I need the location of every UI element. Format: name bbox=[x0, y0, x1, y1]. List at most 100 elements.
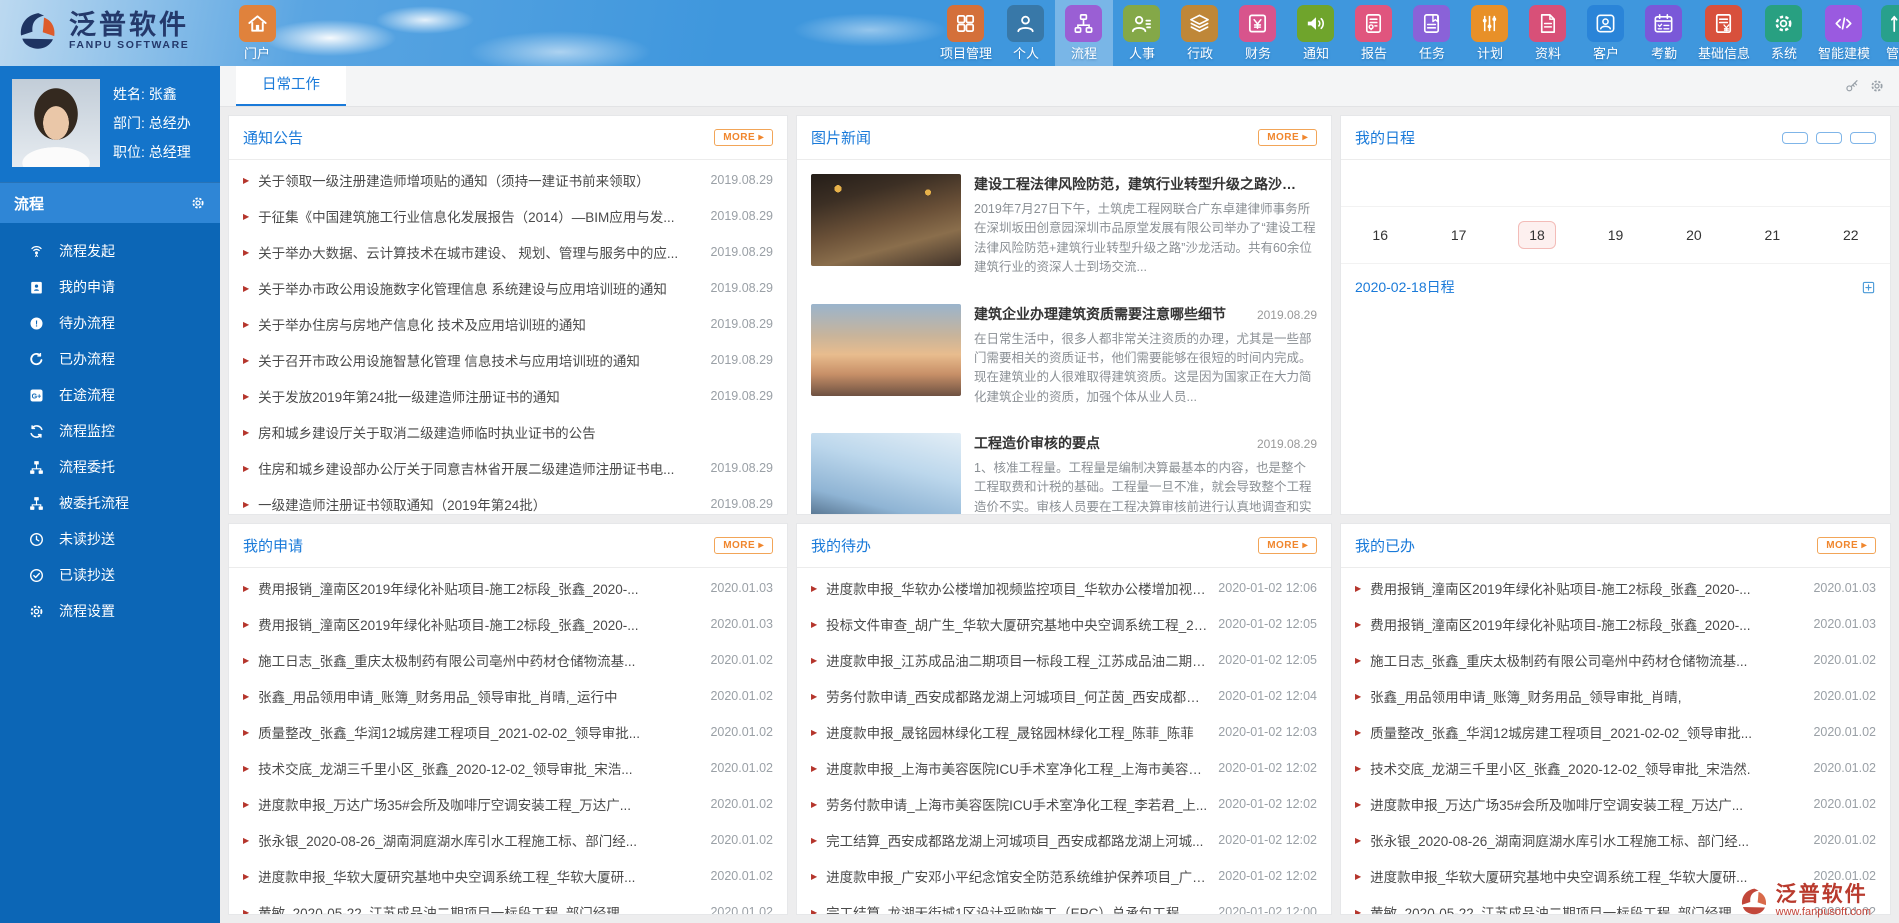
calendar-button-next-week[interactable] bbox=[1850, 131, 1876, 144]
calendar-day[interactable]: 20 bbox=[1655, 221, 1733, 249]
module-modeling[interactable]: 智能建模 bbox=[1813, 0, 1875, 66]
module-docs[interactable]: 资料 bbox=[1519, 0, 1577, 66]
sidebar-item-my-applications[interactable]: 我的申请 bbox=[0, 269, 220, 305]
module-base-info[interactable]: 基础信息 bbox=[1693, 0, 1755, 66]
done-row[interactable]: ▶ 技术交底_龙湖三千里小区_张鑫_2020-12-02_领导审批_宋浩然. 2… bbox=[1355, 750, 1876, 786]
application-row[interactable]: ▶ 费用报销_潼南区2019年绿化补贴项目-施工2标段_张鑫_2020-... … bbox=[243, 570, 773, 606]
notice-row[interactable]: ▶ 关于召开市政公用设施智慧化管理 信息技术与应用培训班的通知 2019.08.… bbox=[243, 342, 773, 378]
sidebar-item-read-cc[interactable]: 已读抄送 bbox=[0, 557, 220, 593]
news-item[interactable]: 建设工程法律风险防范，建筑行业转型升级之路沙龙活动 2019年7月27日下午，土… bbox=[797, 160, 1331, 290]
notice-row[interactable]: ▶ 关于发放2019年第24批一级建造师注册证书的通知 2019.08.29 bbox=[243, 378, 773, 414]
module-personal[interactable]: 个人 bbox=[997, 0, 1055, 66]
application-row[interactable]: ▶ 质量整改_张鑫_华润12城房建工程项目_2021-02-02_领导审批...… bbox=[243, 714, 773, 750]
sidebar-item-flow-monitor[interactable]: 流程监控 bbox=[0, 413, 220, 449]
sidebar-item-delegated-flows[interactable]: 被委托流程 bbox=[0, 485, 220, 521]
module-hr[interactable]: 人事 bbox=[1113, 0, 1171, 66]
sidebar-section-process[interactable]: 流程 bbox=[0, 182, 220, 223]
todo-row[interactable]: ▶ 完工结算_西安成都路龙湖上河城项目_西安成都路龙湖上河城... 2020-0… bbox=[811, 822, 1317, 858]
notice-row[interactable]: ▶ 一级建造师注册证书领取通知（2019年第24批） 2019.08.29 bbox=[243, 486, 773, 514]
module-portal[interactable]: 门户 bbox=[228, 5, 286, 62]
module-manage[interactable]: 管理 bbox=[1875, 0, 1899, 66]
done-list: ▶ 费用报销_潼南区2019年绿化补贴项目-施工2标段_张鑫_2020-... … bbox=[1341, 568, 1890, 914]
done-row[interactable]: ▶ 质量整改_张鑫_华润12城房建工程项目_2021-02-02_领导审批...… bbox=[1355, 714, 1876, 750]
notice-row[interactable]: ▶ 住房和城乡建设部办公厅关于同意吉林省开展二级建造师注册证书电... 2019… bbox=[243, 450, 773, 486]
calendar-day[interactable]: 19 bbox=[1576, 221, 1654, 249]
more-button[interactable]: MORE ▸ bbox=[1817, 537, 1876, 554]
todo-row[interactable]: ▶ 进度款申报_上海市美容医院ICU手术室净化工程_上海市美容医... 2020… bbox=[811, 750, 1317, 786]
sidebar-item-flow-settings[interactable]: 流程设置 bbox=[0, 593, 220, 629]
todo-row[interactable]: ▶ 进度款申报_晟铭园林绿化工程_晟铭园林绿化工程_陈菲_陈菲 2020-01-… bbox=[811, 714, 1317, 750]
sidebar-item-done-flows[interactable]: 已办流程 bbox=[0, 341, 220, 377]
sidebar-item-process-start[interactable]: 流程发起 bbox=[0, 233, 220, 269]
sidebar-item-in-transit-flows[interactable]: G+ 在途流程 bbox=[0, 377, 220, 413]
module-process[interactable]: 流程 bbox=[1054, 0, 1113, 66]
notice-row[interactable]: ▶ 关于举办市政公用设施数字化管理信息 系统建设与应用培训班的通知 2019.0… bbox=[243, 270, 773, 306]
done-row[interactable]: ▶ 张鑫_用品领用申请_账簿_财务用品_领导审批_肖晴, 2020.01.02 bbox=[1355, 678, 1876, 714]
module-customer[interactable]: 客户 bbox=[1577, 0, 1635, 66]
todo-row[interactable]: ▶ 劳务付款申请_上海市美容医院ICU手术室净化工程_李若君_上... 2020… bbox=[811, 786, 1317, 822]
application-row[interactable]: ▶ 张永银_2020-08-26_湖南洞庭湖水库引水工程施工标、部门经... 2… bbox=[243, 822, 773, 858]
module-plan[interactable]: 计划 bbox=[1461, 0, 1519, 66]
done-row[interactable]: ▶ 进度款申报_万达广场35#会所及咖啡厅空调安装工程_万达广... 2020.… bbox=[1355, 786, 1876, 822]
done-row[interactable]: ▶ 费用报销_潼南区2019年绿化补贴项目-施工2标段_张鑫_2020-... … bbox=[1355, 606, 1876, 642]
module-attendance[interactable]: 考勤 bbox=[1635, 0, 1693, 66]
news-item[interactable]: 工程造价审核的要点 2019.08.29 1、核准工程量。工程量是编制决算最基本… bbox=[797, 419, 1331, 514]
sidebar-item-todo-flows[interactable]: ! 待办流程 bbox=[0, 305, 220, 341]
calendar-button-prev-week[interactable] bbox=[1816, 131, 1842, 144]
more-button[interactable]: MORE ▸ bbox=[714, 129, 773, 146]
application-row[interactable]: ▶ 进度款申报_万达广场35#会所及咖啡厅空调安装工程_万达广... 2020.… bbox=[243, 786, 773, 822]
calendar-day[interactable]: 16 bbox=[1341, 221, 1419, 249]
calendar-day[interactable]: 22 bbox=[1812, 221, 1890, 249]
fanpu-logo: 泛普软件 FANPU SOFTWARE bbox=[14, 8, 189, 54]
add-schedule-icon[interactable] bbox=[1861, 280, 1876, 295]
notice-row[interactable]: ▶ 关于举办住房与房地产信息化 技术及应用培训班的通知 2019.08.29 bbox=[243, 306, 773, 342]
calendar-day[interactable]: 18 bbox=[1498, 221, 1576, 249]
sidebar-item-flow-delegate[interactable]: 流程委托 bbox=[0, 449, 220, 485]
news-item[interactable]: 建筑企业办理建筑资质需要注意哪些细节 2019.08.29 在日常生活中，很多人… bbox=[797, 290, 1331, 420]
key-icon[interactable] bbox=[1844, 78, 1860, 94]
application-row[interactable]: ▶ 技术交底_龙湖三千里小区_张鑫_2020-12-02_领导审批_宋浩... … bbox=[243, 750, 773, 786]
module-project-mgmt[interactable]: 项目管理 bbox=[935, 0, 997, 66]
module-label: 智能建模 bbox=[1817, 46, 1870, 61]
calendar-day[interactable]: 21 bbox=[1733, 221, 1811, 249]
todo-row[interactable]: ▶ 进度款申报_江苏成品油二期项目一标段工程_江苏成品油二期项... 2020-… bbox=[811, 642, 1317, 678]
application-row[interactable]: ▶ 费用报销_潼南区2019年绿化补贴项目-施工2标段_张鑫_2020-... … bbox=[243, 606, 773, 642]
todo-row[interactable]: ▶ 进度款申报_华软办公楼增加视频监控项目_华软办公楼增加视频... 2020-… bbox=[811, 570, 1317, 606]
module-report[interactable]: 报告 bbox=[1345, 0, 1403, 66]
module-notice[interactable]: 通知 bbox=[1287, 0, 1345, 66]
todo-row[interactable]: ▶ 完工结算_龙湖天街城1区设计采购施工（EPC）总承包工程_龙... 2020… bbox=[811, 894, 1317, 914]
todo-row[interactable]: ▶ 投标文件审查_胡广生_华软大厦研究基地中央空调系统工程_20... 2020… bbox=[811, 606, 1317, 642]
notice-row[interactable]: ▶ 房和城乡建设厅关于取消二级建造师临时执业证书的公告 bbox=[243, 414, 773, 450]
section-settings-gear-icon[interactable] bbox=[190, 195, 206, 211]
calendar-day[interactable]: 17 bbox=[1419, 221, 1497, 249]
done-row[interactable]: ▶ 施工日志_张鑫_重庆太极制药有限公司亳州中药材仓储物流基... 2020.0… bbox=[1355, 642, 1876, 678]
gear-icon[interactable] bbox=[1869, 78, 1885, 94]
row-date: 2020.01.03 bbox=[710, 581, 773, 595]
calendar-button-back-to-today[interactable] bbox=[1782, 131, 1808, 144]
more-button[interactable]: MORE ▸ bbox=[714, 537, 773, 554]
more-button[interactable]: MORE ▸ bbox=[1258, 129, 1317, 146]
application-row[interactable]: ▶ 黄敏_2020-05-22_江苏成品油二期项目一标段工程_部门经理... 2… bbox=[243, 894, 773, 914]
application-row[interactable]: ▶ 进度款申报_华软大厦研究基地中央空调系统工程_华软大厦研... 2020.0… bbox=[243, 858, 773, 894]
more-button[interactable]: MORE ▸ bbox=[1258, 537, 1317, 554]
report-mic-icon bbox=[1355, 5, 1393, 42]
notice-row[interactable]: ▶ 于征集《中国建筑施工行业信息化发展报告（2014）—BIM应用与发... 2… bbox=[243, 198, 773, 234]
sidebar-item-unread-cc[interactable]: 未读抄送 bbox=[0, 521, 220, 557]
watermark-url[interactable]: www.fanpusoft.com bbox=[1776, 906, 1871, 918]
application-row[interactable]: ▶ 施工日志_张鑫_重庆太极制药有限公司亳州中药材仓储物流基... 2020.0… bbox=[243, 642, 773, 678]
tab-daily-work[interactable]: 日常工作 bbox=[236, 66, 346, 106]
notice-row[interactable]: ▶ 关于举办大数据、云计算技术在城市建设、 规划、管理与服务中的应... 201… bbox=[243, 234, 773, 270]
module-system[interactable]: 系统 bbox=[1755, 0, 1813, 66]
application-row[interactable]: ▶ 张鑫_用品领用申请_账簿_财务用品_领导审批_肖晴,_运行中 2020.01… bbox=[243, 678, 773, 714]
notice-row[interactable]: ▶ 关于领取一级注册建造师增项贴的通知（须持一建证书前来领取） 2019.08.… bbox=[243, 162, 773, 198]
todo-row[interactable]: ▶ 劳务付款申请_西安成都路龙湖上河城项目_何芷茵_西安成都路... 2020-… bbox=[811, 678, 1317, 714]
row-arrow-icon: ▶ bbox=[811, 691, 818, 701]
module-finance[interactable]: 财务 bbox=[1229, 0, 1287, 66]
module-label: 人事 bbox=[1128, 46, 1155, 61]
row-title: 关于举办大数据、云计算技术在城市建设、 规划、管理与服务中的应... bbox=[258, 246, 679, 261]
done-row[interactable]: ▶ 费用报销_潼南区2019年绿化补贴项目-施工2标段_张鑫_2020-... … bbox=[1355, 570, 1876, 606]
module-task[interactable]: 任务 bbox=[1403, 0, 1461, 66]
done-row[interactable]: ▶ 张永银_2020-08-26_湖南洞庭湖水库引水工程施工标、部门经... 2… bbox=[1355, 822, 1876, 858]
module-admin[interactable]: 行政 bbox=[1171, 0, 1229, 66]
todo-row[interactable]: ▶ 进度款申报_广安邓小平纪念馆安全防范系统维护保养项目_广安... 2020-… bbox=[811, 858, 1317, 894]
